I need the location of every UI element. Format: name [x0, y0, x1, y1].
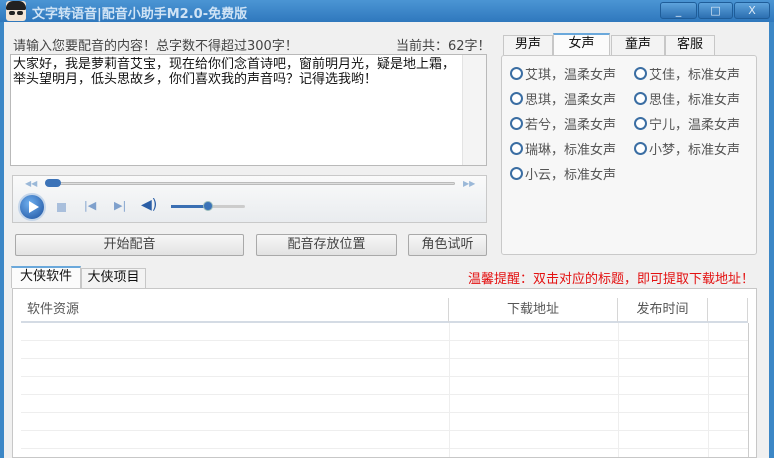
seek-bar[interactable]: [45, 182, 455, 185]
column-header-date[interactable]: 发布时间: [618, 298, 708, 323]
volume-thumb[interactable]: [203, 201, 213, 211]
table-row[interactable]: [21, 377, 748, 395]
voice-radio[interactable]: 艾佳，标准女声: [634, 64, 740, 83]
voice-radio[interactable]: 瑞琳，标准女声: [510, 139, 616, 158]
previous-icon[interactable]: |◀: [84, 199, 96, 212]
table-row[interactable]: [21, 395, 748, 413]
column-header-resource[interactable]: 软件资源: [21, 298, 449, 323]
preview-voice-button[interactable]: 角色试听: [408, 234, 487, 256]
char-count: 当前共：62字！: [396, 39, 491, 54]
stop-icon[interactable]: [57, 203, 66, 212]
minimize-button[interactable]: _: [660, 2, 697, 19]
voice-radio[interactable]: 小梦，标准女声: [634, 139, 740, 158]
text-input-value[interactable]: 大家好，我是萝莉音艾宝，现在给你们念首诗吧，窗前明月光，疑是地上霜，举头望明月，…: [13, 57, 465, 87]
play-button[interactable]: [18, 193, 46, 221]
column-header-extra[interactable]: [708, 298, 748, 323]
voice-radio[interactable]: 小云，标准女声: [510, 164, 616, 183]
save-location-button[interactable]: 配音存放位置: [256, 234, 397, 256]
tip-text: 温馨提醒：双击对应的标题，即可提取下载地址！: [468, 272, 755, 287]
text-scrollbar[interactable]: [462, 55, 486, 165]
table-row[interactable]: [21, 359, 748, 377]
close-button[interactable]: X: [734, 2, 770, 19]
tab-male[interactable]: 男声: [503, 35, 553, 55]
text-input[interactable]: 大家好，我是萝莉音艾宝，现在给你们念首诗吧，窗前明月光，疑是地上霜，举头望明月，…: [10, 54, 487, 166]
tab-female[interactable]: 女声: [553, 33, 610, 55]
voice-radio[interactable]: 思琪，温柔女声: [510, 89, 616, 108]
input-prompt: 请输入您要配音的内容！总字数不得超过300字！: [13, 39, 298, 54]
tab-software[interactable]: 大侠软件: [11, 266, 81, 288]
tab-projects[interactable]: 大侠项目: [81, 268, 146, 288]
voice-radio[interactable]: 艾琪，温柔女声: [510, 64, 616, 83]
table-row[interactable]: [21, 431, 748, 449]
seek-thumb[interactable]: [45, 179, 61, 187]
volume-icon[interactable]: ◀): [141, 197, 157, 213]
table-row[interactable]: [21, 341, 748, 359]
voice-radio[interactable]: 若兮，温柔女声: [510, 114, 616, 133]
rewind-icon[interactable]: ◀◀: [25, 179, 37, 188]
title-bar: 文字转语音|配音小助手M2.0-免费版 _ □ X: [0, 0, 774, 22]
column-header-download[interactable]: 下载地址: [449, 298, 618, 323]
media-player: ◀◀ ▶▶ |◀ ▶| ◀): [12, 175, 487, 223]
table-row[interactable]: [21, 413, 748, 431]
column-divider: [748, 323, 749, 457]
tab-child[interactable]: 童声: [611, 35, 665, 55]
next-icon[interactable]: ▶|: [114, 199, 126, 212]
fast-forward-icon[interactable]: ▶▶: [463, 179, 475, 188]
voice-radio[interactable]: 宁儿，温柔女声: [634, 114, 740, 133]
maximize-button[interactable]: □: [698, 2, 733, 19]
window-title: 文字转语音|配音小助手M2.0-免费版: [32, 7, 248, 22]
voice-radio[interactable]: 思佳，标准女声: [634, 89, 740, 108]
table-row[interactable]: [21, 323, 748, 341]
app-logo-icon: [6, 1, 26, 21]
start-dubbing-button[interactable]: 开始配音: [15, 234, 244, 256]
tab-service[interactable]: 客服: [665, 35, 715, 55]
resource-table: 软件资源 下载地址 发布时间: [12, 288, 757, 458]
